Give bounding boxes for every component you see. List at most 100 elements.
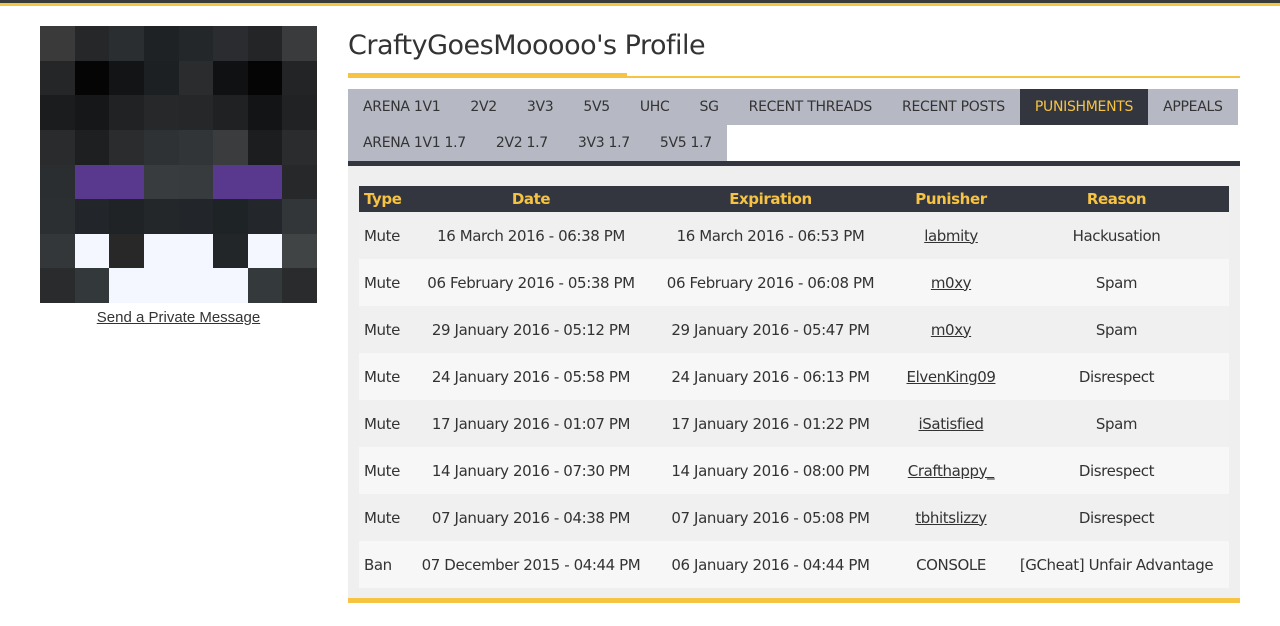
send-private-message-link[interactable]: Send a Private Message: [40, 309, 317, 326]
tab-appeals[interactable]: APPEALS: [1148, 89, 1238, 125]
tab-row-1: ARENA 1V1 2V2 3V3 5V5 UHC SG RECENT THREADS REC…: [348, 89, 1240, 125]
avatar-pixel: [213, 164, 248, 200]
tab-arena-1v1[interactable]: ARENA 1V1: [348, 89, 456, 125]
header-reason: Reason: [1004, 186, 1229, 212]
avatar-pixel: [109, 199, 144, 234]
avatar-pixel: [247, 60, 283, 96]
table-row: Mute 14 January 2016 - 07:30 PM 14 January…: [359, 447, 1229, 494]
cell-expiration: 14 January 2016 - 08:00 PM: [643, 447, 898, 494]
avatar-pixel: [282, 60, 317, 96]
avatar-pixel: [178, 129, 214, 165]
avatar-pixel: [109, 164, 144, 200]
top-border: [0, 0, 1280, 6]
avatar-pixel: [178, 233, 214, 269]
avatar-pixel: [109, 95, 144, 130]
avatar-pixel: [74, 60, 110, 96]
page-title: CraftyGoesMooooo's Profile: [348, 30, 706, 61]
tab-3v3[interactable]: 3V3: [511, 89, 569, 125]
header-expiration: Expiration: [643, 186, 898, 212]
avatar-pixel: [40, 233, 75, 269]
punisher-link[interactable]: m0xy: [931, 321, 972, 339]
cell-reason: Spam: [1004, 259, 1229, 306]
avatar-pixel: [282, 199, 317, 234]
punisher-link[interactable]: ElvenKing09: [907, 368, 996, 386]
cell-date: 29 January 2016 - 05:12 PM: [419, 306, 643, 353]
avatar-pixel: [74, 164, 110, 200]
header-punisher: Punisher: [898, 186, 1004, 212]
tab-5v5-1-7[interactable]: 5V5 1.7: [644, 125, 727, 161]
avatar-pixel: [40, 26, 75, 61]
avatar-pixel: [247, 129, 283, 165]
cell-date: 06 February 2016 - 05:38 PM: [419, 259, 643, 306]
cell-date: 16 March 2016 - 06:38 PM: [419, 212, 643, 259]
avatar-pixel: [282, 26, 317, 61]
avatar-pixel: [109, 26, 144, 61]
tab-recent-threads[interactable]: RECENT THREADS: [733, 89, 888, 125]
avatar-pixel: [282, 268, 317, 303]
avatar-pixel: [74, 129, 110, 165]
cell-expiration: 24 January 2016 - 06:13 PM: [643, 353, 898, 400]
cell-punisher: m0xy: [898, 306, 1004, 353]
avatar-pixel: [40, 268, 75, 303]
avatar-pixel: [247, 199, 283, 234]
cell-expiration: 07 January 2016 - 05:08 PM: [643, 494, 898, 541]
cell-expiration: 16 March 2016 - 06:53 PM: [643, 212, 898, 259]
avatar-pixel: [143, 199, 179, 234]
table-row: Ban 07 December 2015 - 04:44 PM 06 January…: [359, 541, 1229, 588]
cell-date: 07 January 2016 - 04:38 PM: [419, 494, 643, 541]
tab-5v5[interactable]: 5V5: [568, 89, 625, 125]
tab-recent-posts[interactable]: RECENT POSTS: [887, 89, 1020, 125]
avatar-pixel: [247, 233, 283, 269]
cell-type: Mute: [359, 353, 419, 400]
title-underline-accent: [348, 73, 627, 78]
avatar-pixel: [40, 95, 75, 130]
punisher-link[interactable]: Crafthappy_: [908, 462, 995, 480]
avatar-pixel: [109, 60, 144, 96]
cell-reason: Hackusation: [1004, 212, 1229, 259]
avatar-pixel: [178, 164, 214, 200]
tab-punishments[interactable]: PUNISHMENTS: [1019, 89, 1149, 125]
tab-2v2[interactable]: 2V2: [455, 89, 512, 125]
profile-tabs: ARENA 1V1 2V2 3V3 5V5 UHC SG RECENT THREADS REC…: [348, 89, 1240, 161]
avatar-pixel: [178, 268, 214, 303]
table-row: Mute 24 January 2016 - 05:58 PM 24 January…: [359, 353, 1229, 400]
tab-2v2-1-7[interactable]: 2V2 1.7: [480, 125, 563, 161]
avatar-pixel: [178, 26, 214, 61]
avatar-pixel: [143, 26, 179, 61]
avatar-pixel: [40, 199, 75, 234]
punisher-link[interactable]: m0xy: [931, 274, 972, 292]
tab-arena-1v1-1-7[interactable]: ARENA 1V1 1.7: [348, 125, 481, 161]
cell-punisher: iSatisfied: [898, 400, 1004, 447]
cell-expiration: 17 January 2016 - 01:22 PM: [643, 400, 898, 447]
avatar-pixel: [178, 60, 214, 96]
avatar-pixel: [143, 164, 179, 200]
avatar-pixel: [143, 268, 179, 303]
header-date: Date: [419, 186, 643, 212]
tab-uhc[interactable]: UHC: [624, 89, 685, 125]
avatar-pixel: [40, 129, 75, 165]
cell-punisher: tbhitslizzy: [898, 494, 1004, 541]
avatar-pixel: [247, 268, 283, 303]
avatar-pixel: [109, 268, 144, 303]
avatar-pixel: [213, 233, 248, 269]
avatar-pixel: [74, 95, 110, 130]
avatar-pixel: [213, 129, 248, 165]
punisher-link[interactable]: iSatisfied: [919, 415, 984, 433]
cell-type: Mute: [359, 447, 419, 494]
cell-expiration: 06 January 2016 - 04:44 PM: [643, 541, 898, 588]
cell-expiration: 06 February 2016 - 06:08 PM: [643, 259, 898, 306]
cell-date: 14 January 2016 - 07:30 PM: [419, 447, 643, 494]
table-row: Mute 07 January 2016 - 04:38 PM 07 January…: [359, 494, 1229, 541]
punisher-link[interactable]: tbhitslizzy: [915, 509, 987, 527]
tab-sg[interactable]: SG: [684, 89, 734, 125]
table-row: Mute 29 January 2016 - 05:12 PM 29 January…: [359, 306, 1229, 353]
avatar-pixel: [282, 129, 317, 165]
table-row: Mute 17 January 2016 - 01:07 PM 17 January…: [359, 400, 1229, 447]
avatar-pixel: [178, 95, 214, 130]
cell-reason: Disrespect: [1004, 447, 1229, 494]
punisher-link[interactable]: labmity: [924, 227, 978, 245]
tab-3v3-1-7[interactable]: 3V3 1.7: [562, 125, 645, 161]
avatar-pixel: [282, 233, 317, 269]
avatar-pixel: [143, 129, 179, 165]
table-row: Mute 16 March 2016 - 06:38 PM 16 March 201…: [359, 212, 1229, 259]
